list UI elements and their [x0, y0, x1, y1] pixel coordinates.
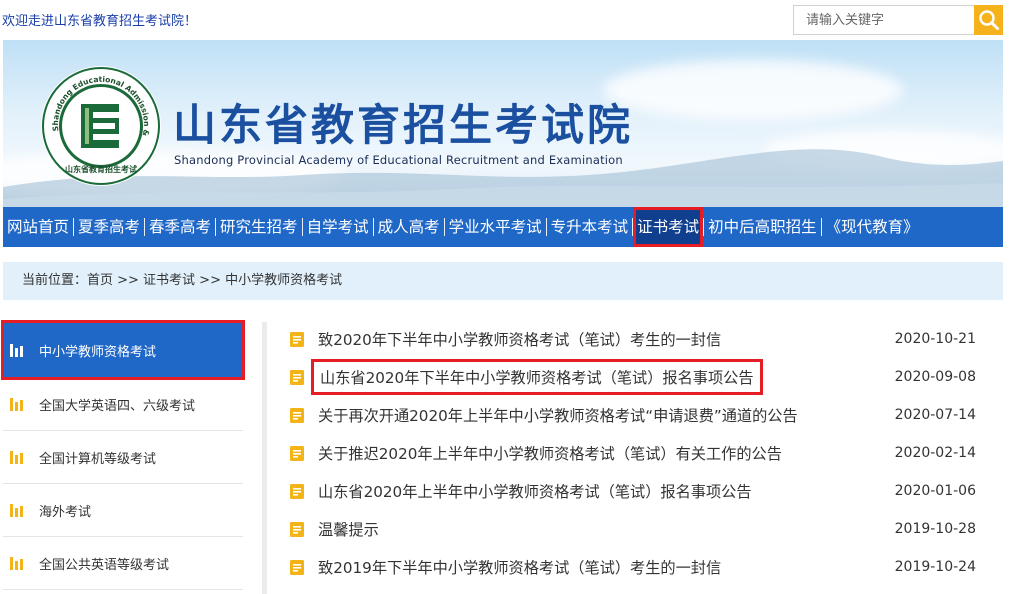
article-title-link[interactable]: 关于再次开通2020年上半年中小学教师资格考试“申请退费”通道的公告: [318, 404, 798, 426]
list-item: 山东省2020年下半年中小学教师资格考试（笔试）报名事项公告 2020-09-08: [290, 358, 990, 396]
article-title-link[interactable]: 致2020年下半年中小学教师资格考试（笔试）考生的一封信: [318, 328, 721, 350]
sidebar-item-label: 海外考试: [39, 504, 92, 520]
nav-item[interactable]: 自学考试: [303, 207, 373, 247]
document-icon: [290, 521, 304, 537]
article-date: 2019-10-28: [894, 521, 976, 537]
site-title: 山东省教育招生考试院: [173, 101, 633, 151]
logo-bottom-text: 山东省教育招生考试: [65, 164, 137, 174]
site-title-english: Shandong Provincial Academy of Education…: [174, 153, 623, 167]
sidebar-divider: [262, 322, 267, 594]
article-date: 2019-10-24: [894, 559, 976, 575]
sidebar-item[interactable]: 全国计算机等级考试: [3, 431, 243, 484]
search-input[interactable]: [793, 5, 974, 35]
article-date: 2020-01-06: [894, 483, 976, 499]
main-nav: 网站首页 夏季高考 春季高考 研究生招考 自学考试 成人高考 学业水平考试 专升本考试 证书考试…: [3, 207, 1003, 247]
nav-item[interactable]: 研究生招考: [216, 207, 302, 247]
nav-item[interactable]: 春季高考: [145, 207, 215, 247]
nav-item[interactable]: 成人高考: [374, 207, 444, 247]
article-title-link[interactable]: 关于推迟2020年上半年中小学教师资格考试（笔试）有关工作的公告: [318, 442, 782, 464]
document-icon: [290, 559, 304, 575]
bar-chart-icon: [10, 503, 25, 517]
document-icon: [290, 407, 304, 423]
welcome-text: 欢迎走进山东省教育招生考试院！: [2, 14, 198, 29]
bar-chart-icon: [10, 343, 25, 357]
article-title-link[interactable]: 山东省2020年上半年中小学教师资格考试（笔试）报名事项公告: [318, 480, 752, 502]
sidebar-item-label: 全国计算机等级考试: [39, 451, 157, 467]
nav-item[interactable]: 专升本考试: [547, 207, 633, 247]
document-icon: [290, 331, 304, 347]
sidebar-item-label: 中小学教师资格考试: [39, 344, 157, 360]
header-banner: Shandong Educational Admission & Examina…: [3, 40, 1003, 207]
bar-chart-icon: [10, 556, 25, 570]
sidebar: 中小学教师资格考试全国大学英语四、六级考试 全国计算机等级考试 海外考试全国公共英语…: [1, 320, 245, 590]
list-item: 关于推迟2020年上半年中小学教师资格考试（笔试）有关工作的公告 2020-02-…: [290, 434, 990, 472]
bar-chart-icon: [10, 450, 25, 464]
sidebar-item[interactable]: 全国大学英语四、六级考试: [3, 378, 243, 431]
article-list: 致2020年下半年中小学教师资格考试（笔试）考生的一封信 2020-10-21 山东…: [290, 320, 990, 586]
nav-item[interactable]: 网站首页: [3, 207, 73, 247]
search-button[interactable]: [974, 5, 1003, 35]
article-title-link[interactable]: 致2019年下半年中小学教师资格考试（笔试）考生的一封信: [318, 556, 721, 578]
academy-logo: Shandong Educational Admission & Examina…: [39, 64, 161, 186]
document-icon: [290, 483, 304, 499]
document-icon: [290, 369, 304, 385]
sidebar-item-label: 全国公共英语等级考试: [39, 557, 170, 573]
sidebar-item[interactable]: 中小学教师资格考试: [1, 320, 245, 380]
list-item: 致2019年下半年中小学教师资格考试（笔试）考生的一封信 2019-10-24: [290, 548, 990, 586]
breadcrumb: 当前位置：首页 >> 证书考试 >> 中小学教师资格考试: [3, 262, 1003, 300]
search-icon: [978, 10, 999, 30]
bar-chart-icon: [10, 397, 25, 411]
top-bar: 欢迎走进山东省教育招生考试院！: [0, 0, 1010, 40]
list-item: 关于再次开通2020年上半年中小学教师资格考试“申请退费”通道的公告 2020-0…: [290, 396, 990, 434]
nav-item[interactable]: 《现代教育》: [822, 207, 923, 247]
article-title-link[interactable]: 山东省2020年下半年中小学教师资格考试（笔试）报名事项公告: [311, 359, 763, 395]
article-date: 2020-07-14: [894, 407, 976, 423]
article-title-link[interactable]: 温馨提示: [318, 518, 379, 540]
list-item: 温馨提示 2019-10-28: [290, 510, 990, 548]
nav-item[interactable]: 学业水平考试: [445, 207, 546, 247]
nav-item[interactable]: 夏季高考: [74, 207, 144, 247]
nav-item[interactable]: 证书考试: [633, 207, 704, 247]
article-date: 2020-09-08: [894, 369, 976, 385]
nav-item[interactable]: 初中后高职招生: [704, 207, 821, 247]
article-date: 2020-02-14: [894, 445, 976, 461]
list-item: 山东省2020年上半年中小学教师资格考试（笔试）报名事项公告 2020-01-06: [290, 472, 990, 510]
document-icon: [290, 445, 304, 461]
article-date: 2020-10-21: [894, 331, 976, 347]
sidebar-item[interactable]: 全国公共英语等级考试: [3, 537, 243, 590]
list-item: 致2020年下半年中小学教师资格考试（笔试）考生的一封信 2020-10-21: [290, 320, 990, 358]
sidebar-item-label: 全国大学英语四、六级考试: [39, 398, 196, 414]
search-box: [793, 5, 1003, 35]
sidebar-item[interactable]: 海外考试: [3, 484, 243, 537]
